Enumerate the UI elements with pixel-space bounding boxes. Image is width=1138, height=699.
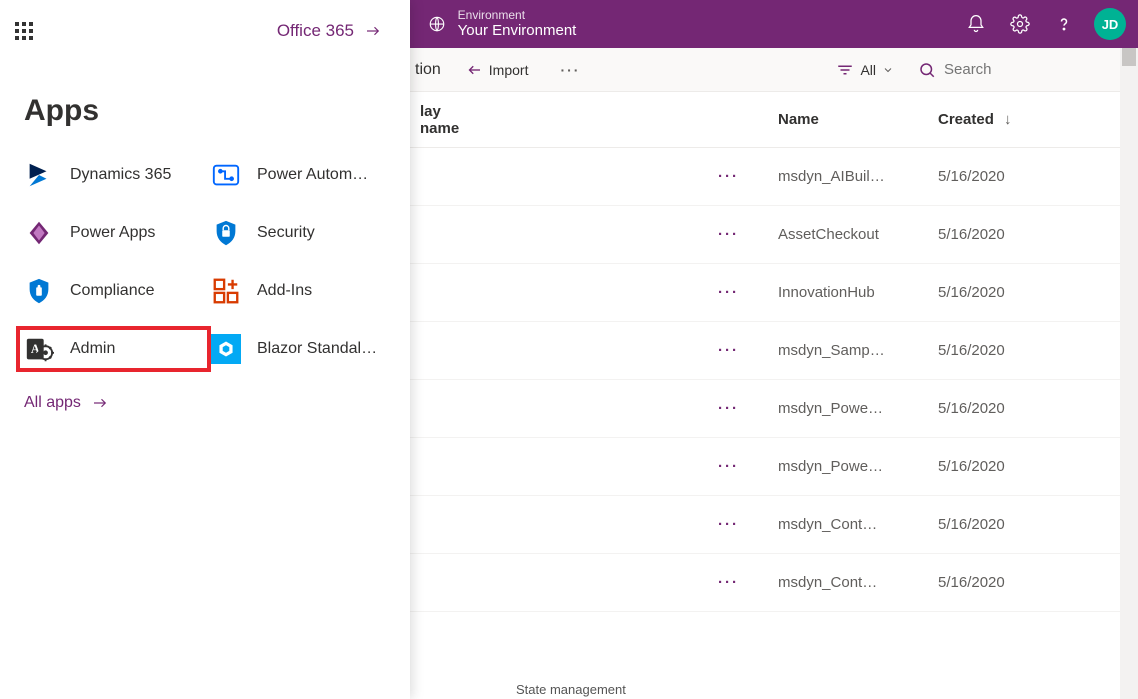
gear-icon: [1010, 14, 1030, 34]
waffle-icon: [15, 22, 33, 40]
addins-icon: [209, 274, 243, 308]
import-label: Import: [489, 62, 529, 78]
all-apps-label: All apps: [24, 394, 81, 412]
cell-name: AssetCheckout: [778, 226, 938, 243]
app-tile-label: Add-Ins: [257, 282, 312, 300]
cell-created: 5/16/2020: [938, 226, 1118, 243]
filter-icon: [836, 63, 854, 77]
app-tile-blazor-standal[interactable]: Blazor Standal…: [209, 332, 392, 366]
cell-name: msdyn_Powe…: [778, 458, 938, 475]
cell-name: msdyn_Samp…: [778, 342, 938, 359]
cell-created: 5/16/2020: [938, 284, 1118, 301]
filter-dropdown[interactable]: All: [836, 62, 894, 78]
cell-created: 5/16/2020: [938, 574, 1118, 591]
app-tile-label: Admin: [70, 340, 115, 358]
app-tile-label: Dynamics 365: [70, 166, 171, 184]
app-launcher-panel: Office 365 Apps Dynamics 365 Power Autom…: [0, 0, 410, 699]
arrow-right-icon: [364, 24, 382, 38]
app-tile-compliance[interactable]: Compliance: [22, 274, 205, 308]
environment-picker[interactable]: Environment Your Environment: [458, 8, 577, 40]
app-grid: Dynamics 365 Power Autom… Power Apps Sec…: [0, 146, 410, 366]
office-365-link[interactable]: Office 365: [277, 21, 382, 41]
app-tile-label: Blazor Standal…: [257, 340, 377, 358]
filter-label: All: [860, 62, 876, 78]
cell-created: 5/16/2020: [938, 168, 1118, 185]
admin-icon: A: [22, 332, 56, 366]
environment-name: Your Environment: [458, 22, 577, 40]
bottom-hint-text: State management: [510, 680, 632, 699]
import-icon: [465, 63, 483, 77]
sort-descending-icon: ↓: [1004, 111, 1012, 128]
cell-name: msdyn_AIBuil…: [778, 168, 938, 185]
row-more-button[interactable]: ···: [718, 284, 778, 301]
flow-icon: [209, 158, 243, 192]
row-more-button[interactable]: ···: [718, 342, 778, 359]
row-more-button[interactable]: ···: [718, 458, 778, 475]
vertical-scrollbar[interactable]: [1120, 48, 1138, 699]
search-box[interactable]: [918, 61, 1098, 79]
apps-title: Apps: [0, 62, 410, 146]
globe-icon: [428, 15, 446, 33]
column-created[interactable]: Created ↓: [938, 111, 1118, 128]
search-input[interactable]: [944, 61, 1084, 78]
row-more-button[interactable]: ···: [718, 574, 778, 591]
bell-icon: [966, 14, 986, 34]
compliance-icon: [22, 274, 56, 308]
arrow-right-icon: [91, 396, 109, 410]
app-tile-power-apps[interactable]: Power Apps: [22, 216, 205, 250]
app-tile-label: Compliance: [70, 282, 154, 300]
office-365-label: Office 365: [277, 21, 354, 41]
partial-action-label: tion: [415, 61, 441, 79]
security-icon: [209, 216, 243, 250]
dynamics-icon: [22, 158, 56, 192]
all-apps-link[interactable]: All apps: [0, 366, 410, 412]
app-tile-add-ins[interactable]: Add-Ins: [209, 274, 392, 308]
row-more-button[interactable]: ···: [718, 400, 778, 417]
cell-created: 5/16/2020: [938, 516, 1118, 533]
cell-name: msdyn_Cont…: [778, 516, 938, 533]
cell-name: InnovationHub: [778, 284, 938, 301]
app-tile-admin[interactable]: A Admin: [22, 332, 205, 366]
powerapps-icon: [22, 216, 56, 250]
import-button[interactable]: Import: [465, 62, 529, 78]
more-commands-button[interactable]: ···: [552, 62, 588, 78]
blazor-icon: [209, 332, 243, 366]
scrollbar-thumb[interactable]: [1122, 48, 1136, 66]
app-tile-security[interactable]: Security: [209, 216, 392, 250]
notifications-button[interactable]: [956, 4, 996, 44]
app-tile-label: Security: [257, 224, 315, 242]
app-tile-dynamics-365[interactable]: Dynamics 365: [22, 158, 205, 192]
chevron-down-icon: [882, 64, 894, 76]
cell-created: 5/16/2020: [938, 342, 1118, 359]
avatar[interactable]: JD: [1094, 8, 1126, 40]
app-tile-label: Power Autom…: [257, 166, 368, 184]
help-button[interactable]: [1044, 4, 1084, 44]
cell-created: 5/16/2020: [938, 400, 1118, 417]
row-more-button[interactable]: ···: [718, 168, 778, 185]
cell-name: msdyn_Powe…: [778, 400, 938, 417]
settings-button[interactable]: [1000, 4, 1040, 44]
column-name[interactable]: Name: [778, 111, 938, 128]
row-more-button[interactable]: ···: [718, 516, 778, 533]
question-icon: [1054, 14, 1074, 34]
topbar-actions: JD: [956, 4, 1138, 44]
row-more-button[interactable]: ···: [718, 226, 778, 243]
app-tile-label: Power Apps: [70, 224, 155, 242]
search-icon: [918, 61, 936, 79]
app-launcher-close[interactable]: [0, 7, 48, 55]
app-tile-power-autom[interactable]: Power Autom…: [209, 158, 392, 192]
environment-label: Environment: [458, 8, 577, 22]
cell-created: 5/16/2020: [938, 458, 1118, 475]
cell-name: msdyn_Cont…: [778, 574, 938, 591]
